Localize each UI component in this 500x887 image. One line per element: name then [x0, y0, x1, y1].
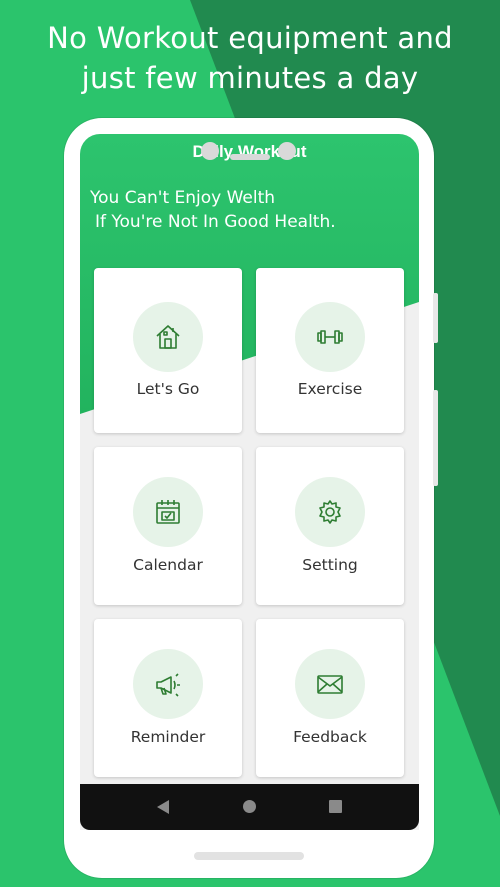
promo-line-1: No Workout equipment and	[47, 21, 453, 55]
lets-go-card[interactable]: Let's Go	[94, 268, 242, 433]
exercise-icon-circle	[295, 302, 365, 372]
home-icon	[156, 325, 180, 349]
exercise-label: Exercise	[297, 380, 363, 398]
quote-line-1: You Can't Enjoy Welth	[90, 188, 276, 208]
mail-icon	[317, 675, 343, 694]
setting-card[interactable]: Setting	[256, 447, 404, 605]
setting-icon-circle	[295, 477, 365, 547]
calendar-icon	[156, 500, 180, 524]
recent-square-icon[interactable]	[329, 800, 342, 813]
feedback-icon-circle	[295, 649, 365, 719]
megaphone-icon	[156, 673, 180, 697]
gear-icon	[319, 500, 341, 524]
feedback-card[interactable]: Feedback	[256, 619, 404, 777]
promo-headline: No Workout equipment and just few minute…	[0, 18, 500, 98]
reminder-label: Reminder	[130, 728, 206, 746]
quote-line-2: If You're Not In Good Health.	[95, 212, 336, 232]
phone-frame: Daily Workout You Can't Enjoy Welth If Y…	[64, 118, 438, 878]
lets-go-icon-circle	[133, 302, 203, 372]
dumbbell-icon	[317, 330, 343, 344]
setting-label: Setting	[302, 556, 358, 574]
calendar-label: Calendar	[133, 556, 203, 574]
home-circle-icon[interactable]	[243, 800, 256, 813]
calendar-card[interactable]: Calendar	[94, 447, 242, 605]
power-button	[433, 390, 438, 486]
front-camera	[201, 142, 219, 160]
promo-line-2: just few minutes a day	[81, 61, 419, 95]
speaker-grille	[230, 154, 270, 160]
app-screen: Daily Workout You Can't Enjoy Welth If Y…	[80, 134, 419, 830]
exercise-card[interactable]: Exercise	[256, 268, 404, 433]
volume-button	[433, 293, 438, 343]
feedback-label: Feedback	[293, 728, 367, 746]
phone-home-indicator	[194, 852, 304, 860]
sensor	[278, 142, 296, 160]
motivation-quote: You Can't Enjoy Welth If You're Not In G…	[90, 186, 336, 234]
reminder-card[interactable]: Reminder	[94, 619, 242, 777]
lets-go-label: Let's Go	[136, 380, 200, 398]
reminder-icon-circle	[133, 649, 203, 719]
system-nav-bar	[80, 784, 419, 830]
back-triangle-icon[interactable]	[157, 800, 169, 814]
calendar-icon-circle	[133, 477, 203, 547]
